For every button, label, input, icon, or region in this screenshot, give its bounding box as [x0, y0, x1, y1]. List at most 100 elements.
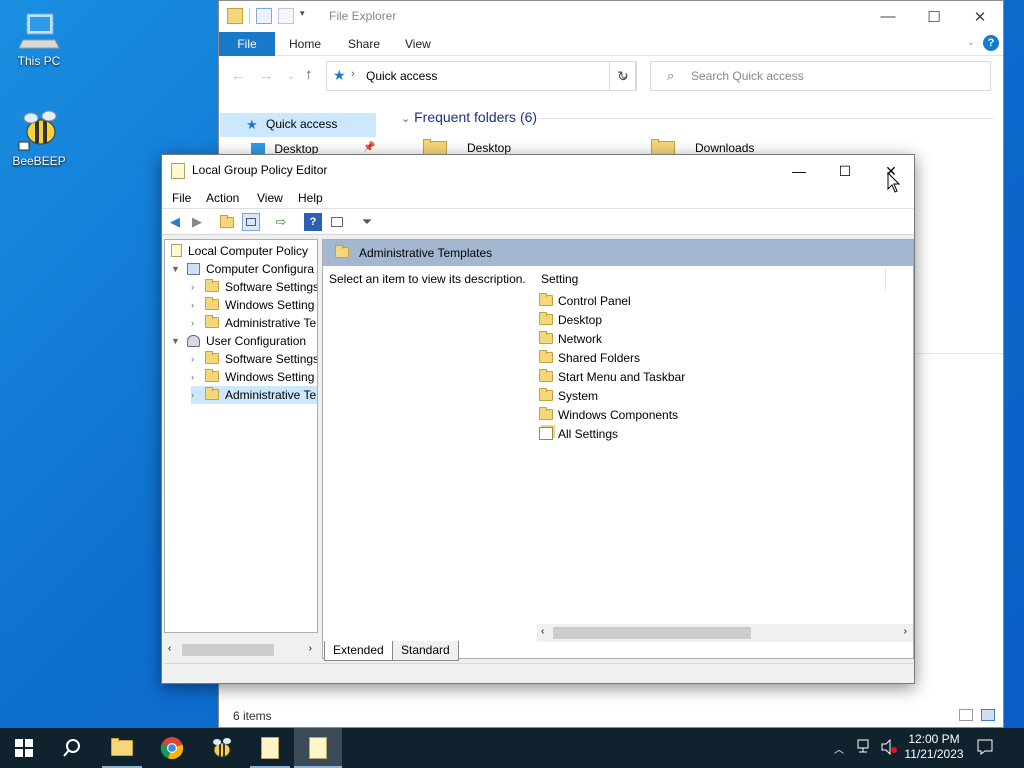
- quick-access-star-icon: ★: [333, 67, 346, 83]
- list-item-start-menu-and-taskbar[interactable]: Start Menu and Taskbar: [539, 368, 685, 387]
- tab-share[interactable]: Share: [334, 32, 394, 56]
- scroll-left-icon[interactable]: ‹: [541, 626, 544, 637]
- taskbar-group-policy-editor[interactable]: [294, 728, 342, 768]
- tree-item-computer-configuration[interactable]: ▼ Computer Configura: [171, 260, 314, 278]
- scroll-left-icon[interactable]: ‹: [168, 643, 171, 654]
- taskbar-file-explorer[interactable]: [98, 728, 146, 768]
- gpe-titlebar[interactable]: Local Group Policy Editor — ☐ ✕: [162, 155, 914, 187]
- column-divider[interactable]: [885, 268, 886, 290]
- address-bar[interactable]: ★ › Quick access ⌄: [326, 61, 636, 91]
- search-placeholder: Search Quick access: [691, 69, 804, 83]
- list-item-desktop[interactable]: Desktop: [539, 311, 602, 330]
- forward-icon[interactable]: →: [259, 67, 273, 83]
- menu-action[interactable]: Action: [206, 191, 239, 205]
- tree-item-administrative-templates-selected[interactable]: › Administrative Te: [191, 386, 317, 404]
- network-icon[interactable]: [856, 739, 874, 758]
- details-horizontal-scrollbar[interactable]: ‹ ›: [537, 624, 913, 642]
- explorer-titlebar[interactable]: ▾ File Explorer — ☐ ✕: [219, 1, 1003, 32]
- chevron-right-icon[interactable]: ›: [191, 350, 201, 368]
- properties-icon[interactable]: [328, 213, 346, 231]
- volume-muted-icon[interactable]: [880, 738, 898, 758]
- forward-icon[interactable]: ▶: [188, 213, 206, 231]
- minimize-button[interactable]: —: [865, 1, 911, 32]
- chevron-right-icon[interactable]: ›: [191, 278, 201, 296]
- tree-item-user-configuration[interactable]: ▼ User Configuration: [171, 332, 306, 350]
- scrollbar-thumb[interactable]: [553, 627, 751, 639]
- frequent-folders-heading[interactable]: ⌄ Frequent folders (6): [401, 109, 537, 125]
- group-policy-editor-window[interactable]: Local Group Policy Editor — ☐ ✕ File Act…: [161, 154, 915, 684]
- tree-item-windows-settings[interactable]: › Windows Setting: [191, 368, 314, 386]
- tab-standard[interactable]: Standard: [392, 641, 459, 661]
- refresh-button[interactable]: ↻: [609, 61, 637, 91]
- scrollbar-thumb[interactable]: [182, 644, 274, 656]
- tree-pane[interactable]: Local Computer Policy ▼ Computer Configu…: [164, 239, 318, 633]
- chevron-down-icon[interactable]: ▼: [171, 260, 181, 278]
- back-icon[interactable]: ◀: [166, 213, 184, 231]
- list-item-windows-components[interactable]: Windows Components: [539, 406, 678, 425]
- close-button[interactable]: ✕: [957, 1, 1003, 32]
- properties-icon[interactable]: [256, 8, 272, 24]
- folder-icon: [335, 245, 349, 258]
- export-list-icon[interactable]: ⇨: [272, 213, 290, 231]
- nav-item-quick-access[interactable]: ★ Quick access: [220, 113, 376, 137]
- tree-item-software-settings[interactable]: › Software Settings: [191, 350, 317, 368]
- search-input[interactable]: ⌕ Search Quick access: [650, 61, 991, 91]
- tree-item-local-computer-policy[interactable]: Local Computer Policy: [171, 242, 308, 260]
- details-pane[interactable]: Administrative Templates Select an item …: [322, 239, 914, 659]
- list-item-shared-folders[interactable]: Shared Folders: [539, 349, 640, 368]
- minimize-button[interactable]: —: [776, 155, 822, 187]
- tree-item-software-settings[interactable]: › Software Settings: [191, 278, 317, 296]
- maximize-button[interactable]: ☐: [822, 155, 868, 187]
- chevron-right-icon[interactable]: ›: [191, 296, 201, 314]
- list-item-control-panel[interactable]: Control Panel: [539, 292, 631, 311]
- desktop-icon-beebeep[interactable]: BeeBEEP: [4, 108, 74, 168]
- status-bar: [164, 663, 914, 683]
- taskbar-notepad[interactable]: [246, 728, 294, 768]
- tree-item-administrative-templates[interactable]: › Administrative Te: [191, 314, 316, 332]
- tab-extended[interactable]: Extended: [324, 641, 393, 661]
- chevron-down-icon[interactable]: ▼: [171, 332, 181, 350]
- tab-file[interactable]: File: [219, 32, 275, 56]
- up-icon[interactable]: ↑: [305, 66, 313, 83]
- back-icon[interactable]: ←: [231, 67, 245, 83]
- list-item-system[interactable]: System: [539, 387, 598, 406]
- folder-icon: [227, 8, 243, 24]
- list-item-network[interactable]: Network: [539, 330, 602, 349]
- menu-file[interactable]: File: [172, 191, 191, 205]
- folder-icon: [205, 315, 219, 328]
- tab-home[interactable]: Home: [275, 32, 335, 56]
- desktop-icon-this-pc[interactable]: This PC: [4, 8, 74, 68]
- menu-help[interactable]: Help: [298, 191, 323, 205]
- help-icon[interactable]: ?: [304, 213, 322, 231]
- scroll-right-icon[interactable]: ›: [904, 626, 907, 637]
- large-icons-view-icon[interactable]: [981, 709, 995, 721]
- taskbar-chrome[interactable]: [148, 728, 196, 768]
- chevron-right-icon[interactable]: ›: [191, 368, 201, 386]
- chevron-right-icon[interactable]: ›: [191, 386, 201, 404]
- bee-icon: [17, 108, 61, 152]
- taskbar-beebeep[interactable]: [198, 728, 246, 768]
- tree-item-windows-settings[interactable]: › Windows Setting: [191, 296, 314, 314]
- tree-horizontal-scrollbar[interactable]: ‹ ›: [164, 641, 318, 659]
- maximize-button[interactable]: ☐: [911, 1, 957, 32]
- chevron-down-icon[interactable]: ▾: [300, 8, 310, 24]
- notifications-icon[interactable]: [976, 738, 994, 759]
- search-button[interactable]: [48, 728, 96, 768]
- column-header-setting[interactable]: Setting: [541, 272, 578, 286]
- filter-icon[interactable]: ⏷: [358, 213, 376, 231]
- menu-view[interactable]: View: [257, 191, 283, 205]
- start-button[interactable]: [0, 728, 48, 768]
- new-folder-icon[interactable]: [278, 8, 294, 24]
- clock[interactable]: 12:00 PM 11/21/2023: [904, 732, 964, 762]
- show-hide-tree-icon[interactable]: [242, 213, 260, 231]
- chevron-right-icon[interactable]: ›: [191, 314, 201, 332]
- up-folder-icon[interactable]: [218, 213, 236, 231]
- list-item-all-settings[interactable]: All Settings: [539, 425, 618, 444]
- recent-locations-icon[interactable]: ⌄: [287, 71, 295, 82]
- tab-view[interactable]: View: [391, 32, 445, 56]
- details-view-icon[interactable]: [959, 709, 973, 721]
- help-icon[interactable]: ?: [983, 35, 999, 51]
- chevron-down-icon[interactable]: ⌄: [967, 37, 975, 48]
- show-hidden-icons[interactable]: ︿: [834, 741, 844, 756]
- scroll-right-icon[interactable]: ›: [309, 643, 312, 654]
